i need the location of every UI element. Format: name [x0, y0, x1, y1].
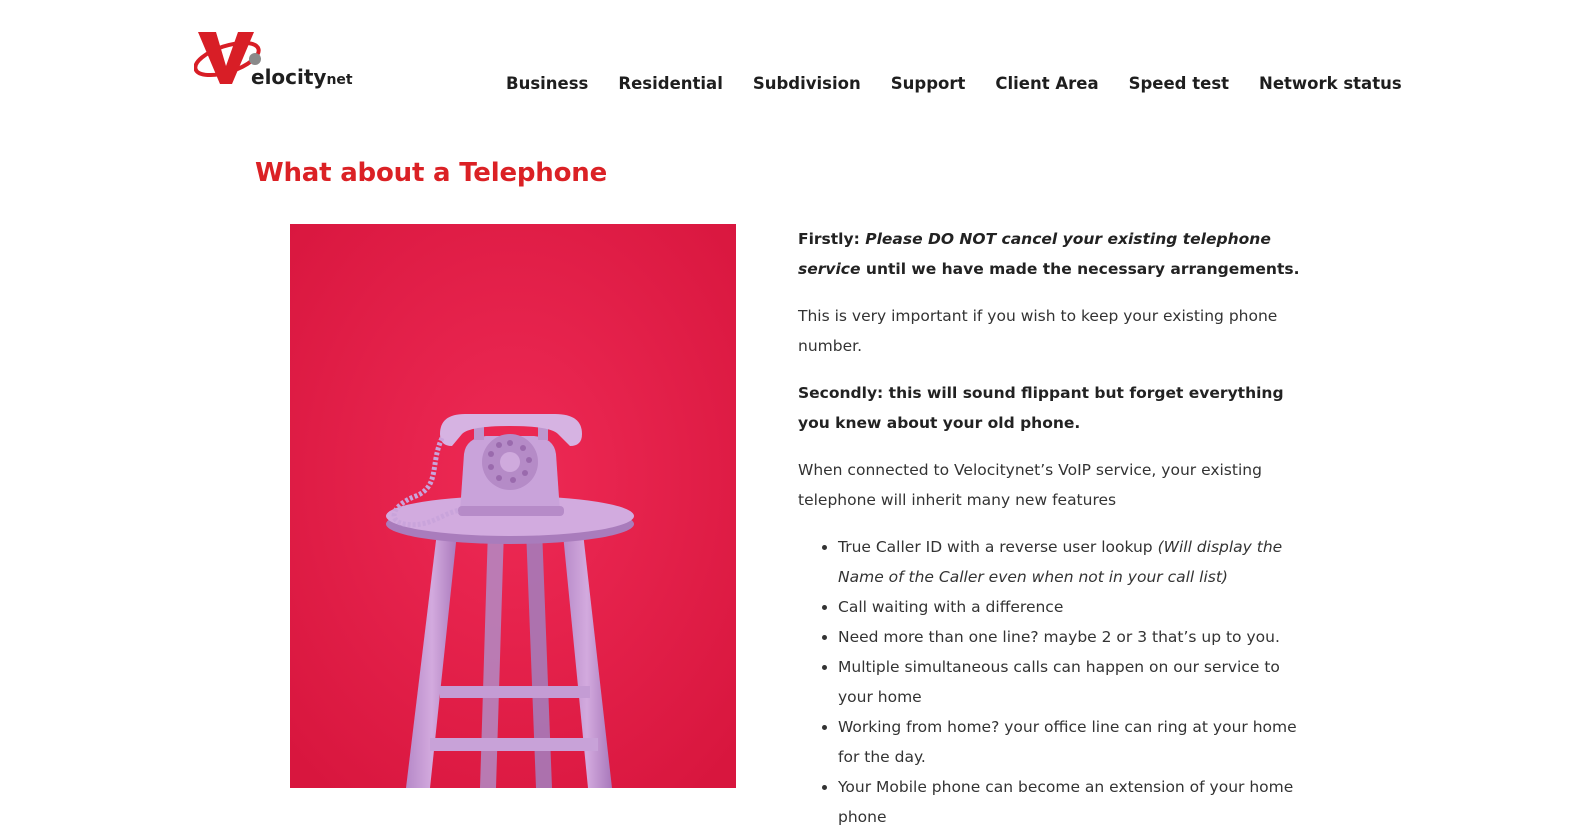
nav-client-area[interactable]: Client Area	[995, 72, 1098, 96]
page-title: What about a Telephone	[255, 158, 608, 188]
feature-item: Multiple simultaneous calls can happen o…	[838, 652, 1318, 712]
feature-item: True Caller ID with a reverse user looku…	[838, 532, 1318, 592]
velocitynet-logo-icon: elocitynet	[194, 32, 353, 89]
telephone-on-stool-icon	[290, 224, 736, 788]
firstly-paragraph: Firstly: Please DO NOT cancel your exist…	[798, 224, 1318, 284]
velocitynet-logo[interactable]: elocitynet	[194, 26, 364, 92]
nav-support[interactable]: Support	[891, 72, 966, 96]
telephone-photo	[290, 224, 736, 788]
voip-intro-paragraph: When connected to Velocitynet’s VoIP ser…	[798, 461, 1262, 509]
feature-item: Working from home? your office line can …	[838, 712, 1318, 772]
nav-network-status[interactable]: Network status	[1259, 72, 1402, 96]
nav-business[interactable]: Business	[506, 72, 588, 96]
feature-item: Call waiting with a difference	[838, 592, 1318, 622]
keep-number-paragraph: This is very important if you wish to ke…	[798, 307, 1278, 355]
firstly-tail: until we have made the necessary arrange…	[865, 260, 1300, 278]
features-list: True Caller ID with a reverse user looku…	[798, 532, 1318, 832]
main-nav: Business Residential Subdivision Support…	[506, 72, 1402, 96]
feature-item: Need more than one line? maybe 2 or 3 th…	[838, 622, 1318, 652]
logo-wordmark: elocitynet	[251, 65, 353, 89]
nav-speed-test[interactable]: Speed test	[1129, 72, 1229, 96]
secondly-paragraph: Secondly: this will sound flippant but f…	[798, 384, 1284, 432]
nav-subdivision[interactable]: Subdivision	[753, 72, 861, 96]
firstly-label: Firstly:	[798, 230, 860, 248]
telephone-info: Firstly: Please DO NOT cancel your exist…	[798, 224, 1318, 832]
feature-item: Your Mobile phone can become an extensio…	[838, 772, 1318, 832]
nav-residential[interactable]: Residential	[618, 72, 722, 96]
site-header: elocitynet Business Residential Subdivis…	[0, 0, 1584, 120]
